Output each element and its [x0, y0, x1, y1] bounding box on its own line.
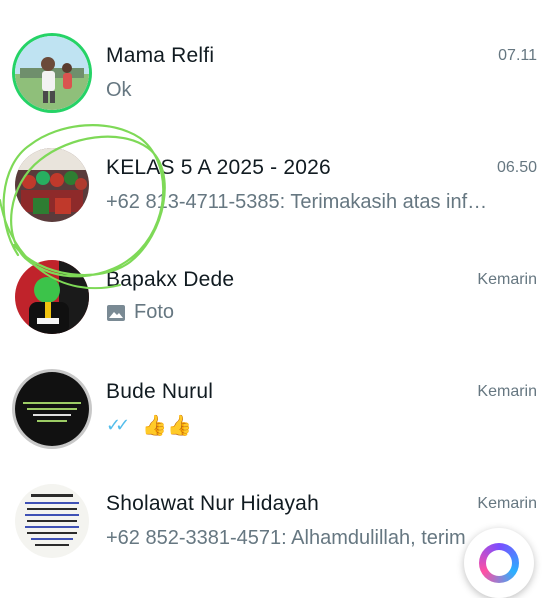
chat-name: Sholawat Nur Hidayah	[106, 492, 319, 515]
chat-time: 07.11	[498, 47, 537, 64]
chat-time: Kemarin	[477, 383, 537, 400]
chat-time: Kemarin	[477, 271, 537, 288]
avatar[interactable]	[15, 484, 89, 558]
chat-row-bude-nurul[interactable]: Bude Nurul Kemarin ✓✓ 👍👍	[0, 352, 560, 464]
chat-preview: ✓✓ 👍👍	[106, 413, 192, 438]
photo-icon	[107, 304, 125, 321]
meta-ai-icon	[479, 543, 519, 583]
chat-time: Kemarin	[477, 495, 537, 512]
avatar[interactable]	[15, 36, 89, 110]
avatar[interactable]	[15, 148, 89, 222]
chat-list: Mama Relfi 07.11 Ok KELAS 5 A 2025 - 202…	[0, 0, 560, 560]
chat-preview: Foto	[106, 301, 174, 329]
chat-preview: Ok	[106, 79, 132, 101]
chat-time: 06.50	[496, 159, 537, 176]
avatar[interactable]	[15, 260, 89, 334]
chat-row-kelas-5a[interactable]: KELAS 5 A 2025 - 2026 06.50 +62 813-4711…	[0, 128, 560, 240]
double-check-icon: ✓✓	[106, 415, 130, 435]
chat-name: Bapakx Dede	[106, 268, 235, 291]
chat-row-bapakx-dede[interactable]: Bapakx Dede Kemarin Foto	[0, 240, 560, 352]
chat-preview: +62 813-4711-5385: Terimakasih atas inf…	[106, 191, 488, 213]
chat-name: KELAS 5 A 2025 - 2026	[106, 156, 331, 179]
chat-name: Bude Nurul	[106, 380, 214, 403]
chat-name: Mama Relfi	[106, 44, 215, 67]
preview-text: 👍👍	[142, 415, 192, 437]
meta-ai-button[interactable]	[464, 528, 534, 598]
avatar[interactable]	[15, 372, 89, 446]
preview-text: Foto	[134, 301, 175, 323]
chat-row-mama-relfi[interactable]: Mama Relfi 07.11 Ok	[0, 16, 560, 128]
chat-preview: +62 852-3381-4571: Alhamdulillah, terim	[106, 527, 466, 549]
